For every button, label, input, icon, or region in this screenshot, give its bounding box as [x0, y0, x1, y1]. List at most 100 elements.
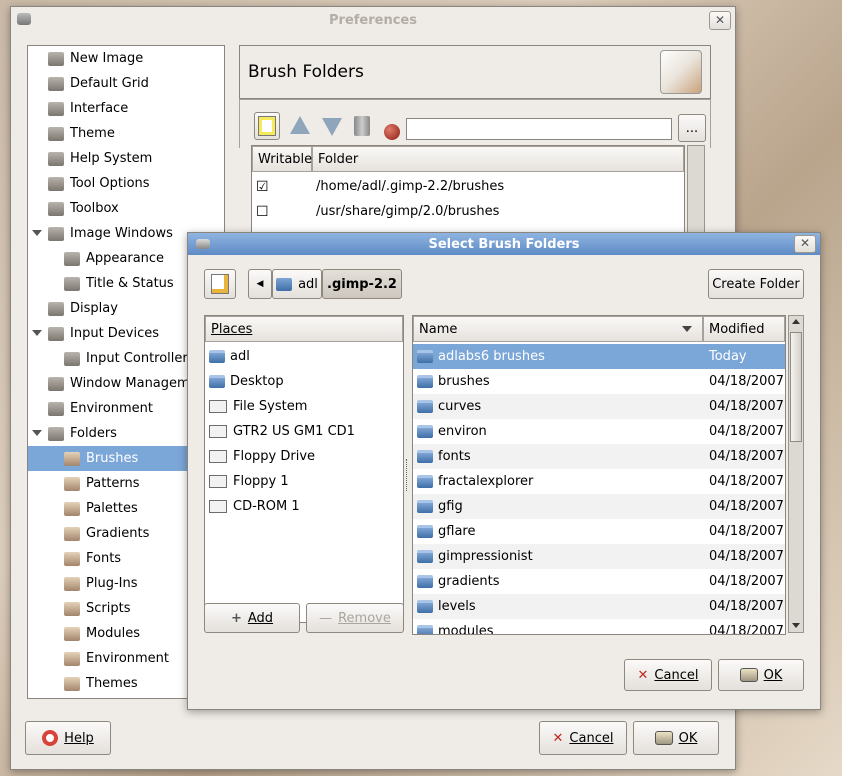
place-item[interactable]: CD-ROM 1 — [205, 494, 403, 519]
folder-row[interactable]: ☑ /home/adl/.gimp-2.2/brushes — [252, 174, 684, 199]
writable-checkbox[interactable]: ☑ — [252, 179, 312, 195]
close-icon[interactable]: ✕ — [709, 11, 731, 30]
file-name-cell: gradients — [413, 574, 703, 589]
scroll-down-arrow-icon[interactable] — [792, 623, 800, 628]
nav-item[interactable]: Interface — [28, 96, 224, 121]
move-up-button[interactable] — [288, 114, 312, 138]
file-row[interactable]: gradients 04/18/2007 — [413, 569, 785, 594]
file-row[interactable]: brushes 04/18/2007 — [413, 369, 785, 394]
file-name: environ — [438, 424, 487, 439]
grid-icon — [48, 76, 64, 91]
file-row[interactable]: curves 04/18/2007 — [413, 394, 785, 419]
file-modified: 04/18/2007 — [709, 574, 784, 589]
folder-icon — [417, 525, 433, 538]
delete-folder-button[interactable] — [352, 114, 374, 138]
place-item[interactable]: Desktop — [205, 369, 403, 394]
place-item[interactable]: adl — [205, 344, 403, 369]
file-row[interactable]: gflare 04/18/2007 — [413, 519, 785, 544]
places-column-header[interactable]: Places — [205, 316, 403, 342]
close-icon[interactable]: ✕ — [794, 235, 816, 253]
file-row[interactable]: fonts 04/18/2007 — [413, 444, 785, 469]
place-item[interactable]: Floppy Drive — [205, 444, 403, 469]
move-down-button[interactable] — [320, 114, 344, 138]
preferences-ok-button[interactable]: OK — [633, 721, 719, 755]
tool-options-icon — [48, 176, 64, 191]
browse-button[interactable]: ... — [678, 114, 706, 142]
file-row[interactable]: adlabs6 brushes Today — [413, 344, 785, 369]
place-item[interactable]: GTR2 US GM1 CD1 — [205, 419, 403, 444]
nav-item-label: Environment — [70, 401, 154, 416]
preferences-titlebar[interactable]: Preferences ✕ — [11, 7, 735, 33]
folder-row[interactable]: ☐ /usr/share/gimp/2.0/brushes — [252, 199, 684, 224]
remove-place-button[interactable]: — Remove — [306, 603, 404, 633]
image-windows-icon — [48, 226, 64, 241]
path-back-button[interactable]: ◀ — [248, 269, 272, 299]
expander-open-icon[interactable] — [32, 430, 42, 436]
preferences-cancel-button[interactable]: ✕ Cancel — [539, 721, 627, 755]
dialog-titlebar[interactable]: Select Brush Folders ✕ — [188, 233, 820, 255]
scrollbar-thumb[interactable] — [790, 332, 802, 442]
window-menu-icon[interactable] — [17, 13, 31, 25]
writable-column-header[interactable]: Writable — [252, 146, 312, 172]
nav-item[interactable]: New Image — [28, 46, 224, 71]
folder-path-input[interactable] — [406, 118, 672, 140]
place-item[interactable]: Floppy 1 — [205, 469, 403, 494]
ok-label: OK — [678, 730, 698, 746]
nav-item-label: Interface — [70, 101, 129, 116]
nav-item[interactable]: Theme — [28, 121, 224, 146]
nav-item[interactable]: Default Grid — [28, 71, 224, 96]
arrow-down-icon — [322, 118, 342, 136]
folders-icon — [48, 426, 64, 441]
writable-checkbox[interactable]: ☐ — [252, 204, 312, 220]
help-label: Help — [64, 730, 94, 746]
pane-resize-handle[interactable] — [406, 459, 410, 491]
folder-icon — [417, 575, 433, 588]
add-place-button[interactable]: + Add — [204, 603, 300, 633]
add-folder-button[interactable] — [254, 112, 280, 140]
path-current-button[interactable]: .gimp-2.2 — [322, 269, 402, 299]
dialog-ok-button[interactable]: OK — [718, 659, 804, 691]
nav-item[interactable]: Help System — [28, 146, 224, 171]
environment-icon — [48, 401, 64, 416]
ok-label: OK — [763, 667, 783, 683]
drive-icon — [209, 500, 227, 513]
file-list-scrollbar[interactable] — [788, 315, 804, 633]
nav-item-label: Gradients — [86, 526, 150, 541]
nav-item-label: Palettes — [86, 501, 138, 516]
expander-open-icon[interactable] — [32, 230, 42, 236]
edit-location-button[interactable] — [204, 269, 236, 299]
scroll-up-arrow-icon[interactable] — [792, 319, 800, 324]
nav-item[interactable]: Toolbox — [28, 196, 224, 221]
file-name-cell: gimpressionist — [413, 549, 703, 564]
place-label: GTR2 US GM1 CD1 — [233, 424, 355, 439]
dialog-cancel-button[interactable]: ✕ Cancel — [624, 659, 712, 691]
nav-item[interactable]: Tool Options — [28, 171, 224, 196]
modified-column-header[interactable]: Modified — [703, 316, 785, 342]
file-row[interactable]: gimpressionist 04/18/2007 — [413, 544, 785, 569]
folder-icon — [417, 450, 433, 463]
help-button[interactable]: Help — [25, 721, 111, 755]
file-row[interactable]: environ 04/18/2007 — [413, 419, 785, 444]
palettes-icon — [64, 501, 80, 516]
file-name-cell: adlabs6 brushes — [413, 349, 703, 364]
window-menu-icon[interactable] — [196, 239, 210, 249]
folder-icon — [417, 350, 433, 363]
expander-open-icon[interactable] — [32, 330, 42, 336]
folder-column-header[interactable]: Folder — [312, 146, 684, 172]
section-header: Brush Folders — [239, 45, 711, 99]
file-row[interactable]: gfig 04/18/2007 — [413, 494, 785, 519]
file-name: adlabs6 brushes — [438, 349, 545, 364]
file-name-cell: fonts — [413, 449, 703, 464]
path-home-button[interactable]: adl — [272, 269, 322, 299]
file-name: gimpressionist — [438, 549, 533, 564]
folder-icon — [417, 625, 433, 634]
folder-table-scrollbar[interactable] — [687, 145, 705, 245]
folder-icon — [417, 425, 433, 438]
file-row[interactable]: levels 04/18/2007 — [413, 594, 785, 619]
create-folder-button[interactable]: Create Folder — [708, 269, 804, 299]
file-modified: 04/18/2007 — [709, 549, 784, 564]
name-column-header[interactable]: Name — [413, 316, 703, 342]
file-row[interactable]: modules 04/18/2007 — [413, 619, 785, 634]
place-item[interactable]: File System — [205, 394, 403, 419]
file-row[interactable]: fractalexplorer 04/18/2007 — [413, 469, 785, 494]
